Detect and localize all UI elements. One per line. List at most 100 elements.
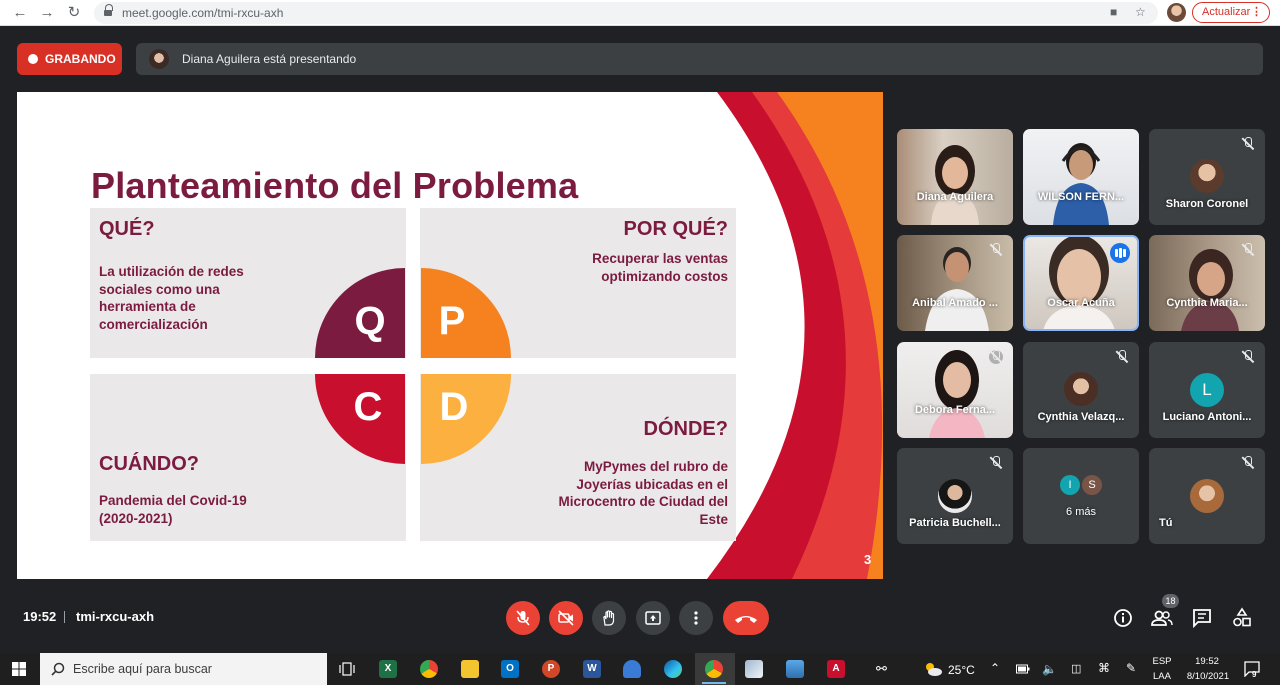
meeting-info-icon[interactable] (1111, 606, 1135, 630)
edge-icon[interactable] (664, 660, 682, 678)
participant-name: Cynthia Velazq... (1037, 411, 1125, 423)
browser-toolbar: ← → ↻ meet.google.com/tmi-rxcu-axh ■ ☆ A… (0, 0, 1280, 26)
participants-icon[interactable] (1150, 606, 1174, 630)
participant-video (1053, 143, 1109, 225)
mic-off-icon (989, 456, 1003, 470)
reload-icon[interactable]: ↻ (64, 3, 84, 23)
update-button[interactable]: Actualizar ⋮ (1192, 2, 1270, 23)
weather-icon[interactable] (923, 661, 943, 677)
por-que-text: Recuperar las ventas optimizando costos (592, 251, 728, 284)
camera-toggle-button[interactable] (549, 601, 583, 635)
participant-tile[interactable]: L Luciano Antoni... (1149, 342, 1265, 438)
self-avatar (1190, 479, 1224, 513)
participant-tile[interactable]: Anibal Amado ... (897, 235, 1013, 331)
participant-tile[interactable]: Sharon Coronel (1149, 129, 1265, 225)
activities-icon[interactable] (1230, 606, 1254, 630)
back-arrow-icon[interactable]: ← (10, 3, 30, 23)
outlook-icon[interactable]: O (501, 660, 519, 678)
por-que-heading: POR QUÉ? (623, 218, 728, 240)
participant-video (931, 145, 979, 225)
volume-icon[interactable]: 🔈 (1042, 662, 1057, 676)
participant-tile[interactable]: Cynthia Maria... (1149, 235, 1265, 331)
excel-icon[interactable]: X (379, 660, 397, 678)
participant-tile[interactable]: Debora Ferna... (897, 342, 1013, 438)
device-icon[interactable]: ◫ (1071, 662, 1081, 675)
language-code[interactable]: ESP (1150, 656, 1174, 667)
bookmark-star-icon[interactable]: ☆ (1135, 5, 1146, 19)
participant-video (925, 247, 989, 331)
wifi-icon[interactable]: ⌘ (1098, 661, 1110, 675)
task-view-icon[interactable] (339, 662, 355, 676)
leave-call-button[interactable] (723, 601, 769, 635)
notifications-count: 9 (1252, 670, 1257, 679)
self-tile[interactable]: Tú (1149, 448, 1265, 544)
active-indicator (702, 682, 726, 684)
participant-tile[interactable]: Patricia Buchell... (897, 448, 1013, 544)
people-icon[interactable]: ⚯ (876, 661, 887, 677)
participant-video (929, 350, 985, 438)
address-bar[interactable]: meet.google.com/tmi-rxcu-axh ■ ☆ (94, 2, 1158, 24)
menu-dots-icon: ⋮ (1251, 6, 1262, 18)
profile-avatar[interactable] (1167, 3, 1186, 22)
divider (64, 611, 65, 623)
present-icon (645, 611, 661, 625)
search-placeholder: Escribe aquí para buscar (73, 662, 212, 676)
chrome-active-icon[interactable] (705, 660, 723, 678)
raise-hand-button[interactable] (592, 601, 626, 635)
recording-badge[interactable]: GRABANDO (17, 43, 122, 75)
participant-tile[interactable]: Diana Aguilera (897, 129, 1013, 225)
participant-tile[interactable]: WILSON FERN... (1023, 129, 1139, 225)
forward-arrow-icon[interactable]: → (37, 3, 57, 23)
app-icon[interactable] (745, 660, 763, 678)
keyboard-layout[interactable]: LAA (1150, 671, 1174, 682)
qpcd-circle (315, 268, 511, 464)
hand-icon (603, 610, 615, 626)
mic-off-icon (1115, 350, 1129, 364)
mic-off-icon (516, 610, 530, 626)
letter-d: D (439, 385, 469, 429)
battery-icon[interactable] (1016, 664, 1030, 674)
temperature: 25°C (948, 663, 975, 677)
mic-toggle-button[interactable] (506, 601, 540, 635)
participant-tile[interactable]: Oscar Acuña (1023, 235, 1139, 331)
participant-name: Oscar Acuña (1047, 297, 1115, 309)
presenting-text: Diana Aguilera está presentando (182, 52, 357, 66)
chrome-icon[interactable] (420, 660, 438, 678)
mic-off-icon (989, 350, 1003, 364)
slide-number: 3 (864, 552, 872, 567)
chat-icon[interactable] (1190, 606, 1214, 630)
participant-tile[interactable]: Cynthia Velazq... (1023, 342, 1139, 438)
word-icon[interactable]: W (583, 660, 601, 678)
taskbar-date[interactable]: 8/10/2021 (1182, 671, 1234, 682)
participant-name: Debora Ferna... (914, 404, 996, 416)
camera-icon[interactable]: ■ (1110, 5, 1117, 19)
record-dot-icon (28, 54, 38, 64)
cloud-app-icon[interactable] (623, 660, 641, 678)
more-options-button[interactable] (679, 601, 713, 635)
taskbar-search-box[interactable]: Escribe aquí para buscar (40, 653, 327, 685)
more-participants-tile[interactable]: I S 6 más (1023, 448, 1139, 544)
photos-icon[interactable] (786, 660, 804, 678)
file-explorer-icon[interactable] (461, 660, 479, 678)
more-participants-label: 6 más (1066, 506, 1096, 518)
participant-video (1181, 249, 1239, 331)
mic-off-icon (1241, 350, 1255, 364)
participant-avatar (1190, 159, 1224, 193)
que-text: La utilización de redes sociales como un… (99, 264, 244, 332)
more-vert-icon (694, 611, 698, 625)
cuando-heading: CUÁNDO? (99, 453, 199, 475)
meeting-clock: 19:52 (23, 609, 57, 624)
participant-avatar: L (1190, 373, 1224, 407)
pen-icon[interactable]: ✎ (1126, 661, 1136, 675)
lock-icon (104, 4, 113, 17)
presenting-bar: Diana Aguilera está presentando (136, 43, 1263, 75)
powerpoint-icon[interactable]: P (542, 660, 560, 678)
acrobat-icon[interactable]: A (827, 660, 845, 678)
chevron-up-icon[interactable]: ⌃ (990, 661, 1000, 675)
present-screen-button[interactable] (636, 601, 670, 635)
participant-name: Diana Aguilera (916, 191, 994, 203)
taskbar-time[interactable]: 19:52 (1184, 656, 1230, 667)
slide-title: Planteamiento del Problema (91, 165, 579, 206)
windows-start-icon[interactable] (12, 662, 26, 676)
participants-count-badge: 18 (1162, 594, 1179, 608)
